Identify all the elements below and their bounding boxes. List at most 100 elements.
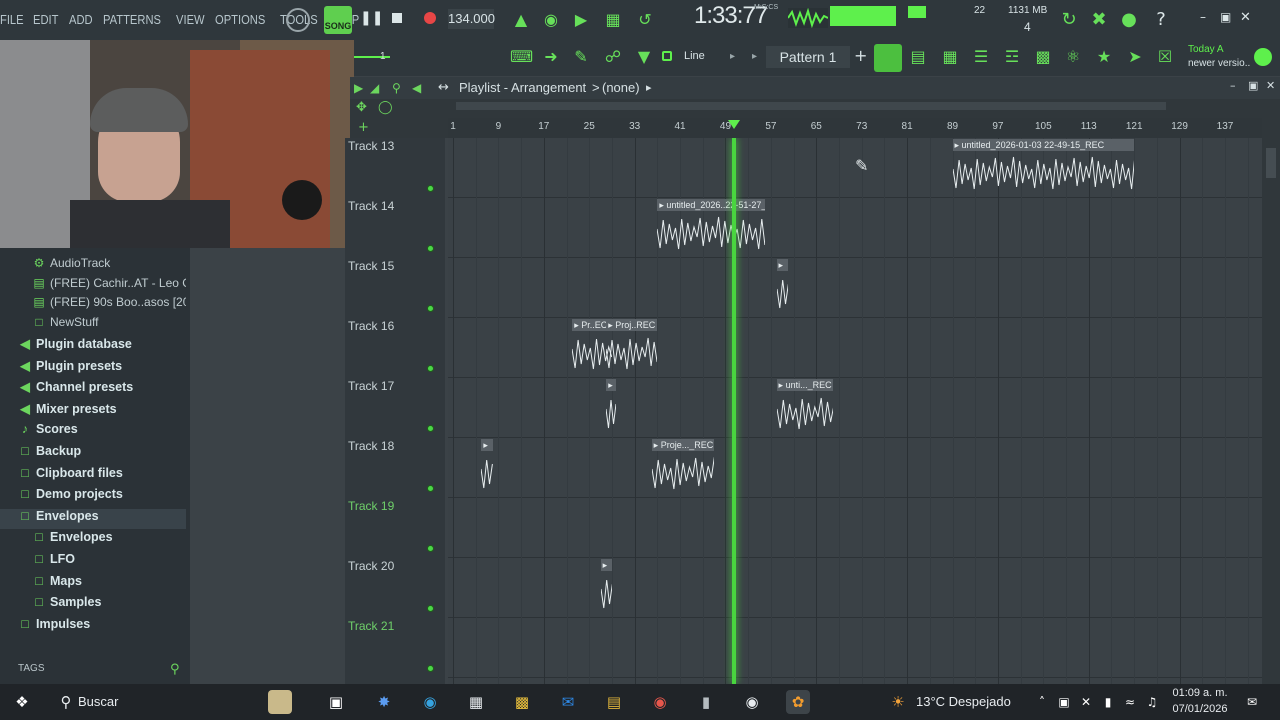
tempo-display[interactable]: 134.000 [448,9,495,29]
track-mute-led[interactable] [427,305,434,312]
clip-title[interactable]: ▸ [600,559,612,571]
clip-title[interactable]: ▸ [481,439,493,451]
microphone-app-icon[interactable]: ▮ [694,690,718,714]
menu-file[interactable]: FILE [0,12,24,27]
browser-item[interactable]: ♪ Scores [0,422,186,442]
snap-magnet-icon[interactable] [662,51,672,61]
microphone-tray-icon[interactable]: ▮ [1096,690,1120,714]
news-today[interactable]: Today A [1188,44,1224,55]
channel-rack-icon[interactable]: ▦ [939,46,961,68]
clip-title[interactable]: ▸ Proje..._REC [651,439,715,451]
tray-icon-1[interactable]: ▣ [1052,690,1076,714]
minimize-icon[interactable]: – [1200,10,1206,24]
clip-title[interactable]: ▸ untitled_2026-01-03 22-49-15_REC [952,139,1135,151]
playlist-close-icon[interactable]: ✕ [1266,79,1275,92]
wifi-icon[interactable]: ≈ [1118,690,1142,714]
clock-date[interactable]: 07/01/2026 [1170,703,1230,715]
audio-clip[interactable]: ▸ untitled_2026..22-51-27_REC [656,199,766,255]
snap-arrow-icon[interactable]: ▸ [730,51,735,62]
track-name[interactable]: Track 18 [348,439,394,453]
browser-item[interactable]: □ Envelopes [0,530,186,550]
obs-icon[interactable]: ◉ [740,690,764,714]
audio-clip[interactable]: ▸ untitled_2026-01-03 22-49-15_REC [952,139,1135,195]
edge-icon[interactable]: ◉ [418,690,442,714]
pattern-selector[interactable]: Pattern 1 [766,46,850,68]
magnet-icon[interactable]: ◢ [370,81,379,95]
notifications-icon[interactable]: ✉ [1240,690,1264,714]
browser-item[interactable]: ▤ (FREE) Cachir..AT - Leo Grizz [0,276,186,296]
track-name[interactable]: Track 15 [348,259,394,273]
file-explorer-icon[interactable]: ▩ [510,690,534,714]
playhead-line[interactable] [731,138,736,684]
arrangement-grid[interactable]: ▸ untitled_2026-01-03 22-49-15_REC ▸ unti… [448,138,1262,684]
countdown-icon[interactable]: ▶ [570,9,592,31]
chevron-right-icon[interactable]: ▸ [646,81,652,94]
toggle-overview-icon[interactable]: ✥ [356,100,367,115]
track-name[interactable]: Track 16 [348,319,394,333]
track-name[interactable]: Track 14 [348,199,394,213]
audio-clip[interactable]: ▸ Proje..._REC [651,439,715,495]
master-volume-knob[interactable] [286,8,310,32]
track-mute-led[interactable] [427,665,434,672]
link-tools-icon[interactable]: ◯ [378,100,393,115]
tray-icon-2[interactable]: ✕ [1074,690,1098,714]
copilot-icon[interactable]: ✸ [372,690,396,714]
record-icon[interactable] [424,12,436,24]
wait-input-icon[interactable]: ◉ [540,9,562,31]
horizontal-scroll-thumb[interactable] [456,102,1166,110]
volume-icon[interactable]: ♫ [1140,690,1164,714]
menu-add[interactable]: ADD [69,12,93,27]
menu-arrow-icon[interactable]: ▶ [354,81,363,95]
browser-item[interactable]: ◀ Mixer presets [0,401,186,421]
brush-icon[interactable]: ✎ [570,46,592,68]
browser-item[interactable]: ◀ Plugin presets [0,358,186,378]
track-mute-led[interactable] [427,605,434,612]
pattern-prev-icon[interactable]: ▸ [752,51,757,62]
menu-options[interactable]: OPTIONS [215,12,265,27]
clip-title[interactable]: ▸ untitled_2026..22-51-27_REC [657,199,766,211]
track-mute-led[interactable] [427,365,434,372]
menu-patterns[interactable]: PATTERNS [103,12,161,27]
mixer-icon[interactable]: ☰ [970,46,992,68]
browser-item[interactable]: ▤ (FREE) 90s Boo..asos [2025] [0,295,186,315]
track-name[interactable]: Track 19 [348,499,394,513]
timeline-ruler[interactable]: 1 9 17 25 33 41 49 57 65 73 81 89 97 105 113 121 129 137 [448,118,1262,138]
audio-clip[interactable]: ▸ [600,559,613,615]
browser-item[interactable]: □ Samples [0,595,186,615]
menu-edit[interactable]: EDIT [33,12,58,27]
vertical-scroll-thumb[interactable] [1266,148,1276,178]
track-name[interactable]: Track 17 [348,379,394,393]
audio-clip[interactable]: ▸ [480,439,494,495]
blend-notes-icon[interactable]: ▦ [602,9,624,31]
snap-selector[interactable]: Line [684,50,705,62]
clip-title[interactable]: ▸ [776,259,788,271]
playlist-scrollbar[interactable]: ✥ ◯ [350,99,1280,118]
cart-icon[interactable]: ☒ [1154,46,1176,68]
track-mute-led[interactable] [427,545,434,552]
browser-item[interactable]: □ Envelopes [0,508,186,529]
audio-clip[interactable]: ▸ Proj..REC [605,319,658,375]
clip-title[interactable]: ▸ Proj..REC [606,319,658,331]
menu-view[interactable]: VIEW [176,12,205,27]
browser-item[interactable]: □ Maps [0,574,186,594]
playhead-marker-icon[interactable] [727,120,740,129]
browser-icon[interactable]: ☲ [1001,46,1023,68]
browser-item[interactable]: □ NewStuff [0,315,186,335]
playlist-button[interactable] [874,44,902,72]
track-mute-led[interactable] [427,245,434,252]
store-icon[interactable]: ▦ [464,690,488,714]
clip-title[interactable]: ▸ [606,379,617,391]
plugin-manager-icon[interactable]: ✖ [1088,9,1110,31]
arrow-right-icon[interactable]: ➜ [540,46,562,68]
audio-clip[interactable]: ▸ [605,379,617,435]
close-icon[interactable]: ✕ [1240,10,1251,25]
refresh-icon[interactable]: ↻ [1058,9,1080,31]
track-mute-led[interactable] [427,485,434,492]
browser-item[interactable]: ◀ Channel presets [0,379,186,399]
speaker-icon[interactable]: ◀ [412,81,421,95]
playlist-maximize-icon[interactable]: ▣ [1248,79,1258,92]
touch-controller-icon[interactable]: ★ [1093,46,1115,68]
restore-icon[interactable]: ▣ [1220,10,1231,24]
plug-icon[interactable]: ⚛ [1062,46,1084,68]
clock-time[interactable]: 01:09 a. m. [1170,687,1230,699]
